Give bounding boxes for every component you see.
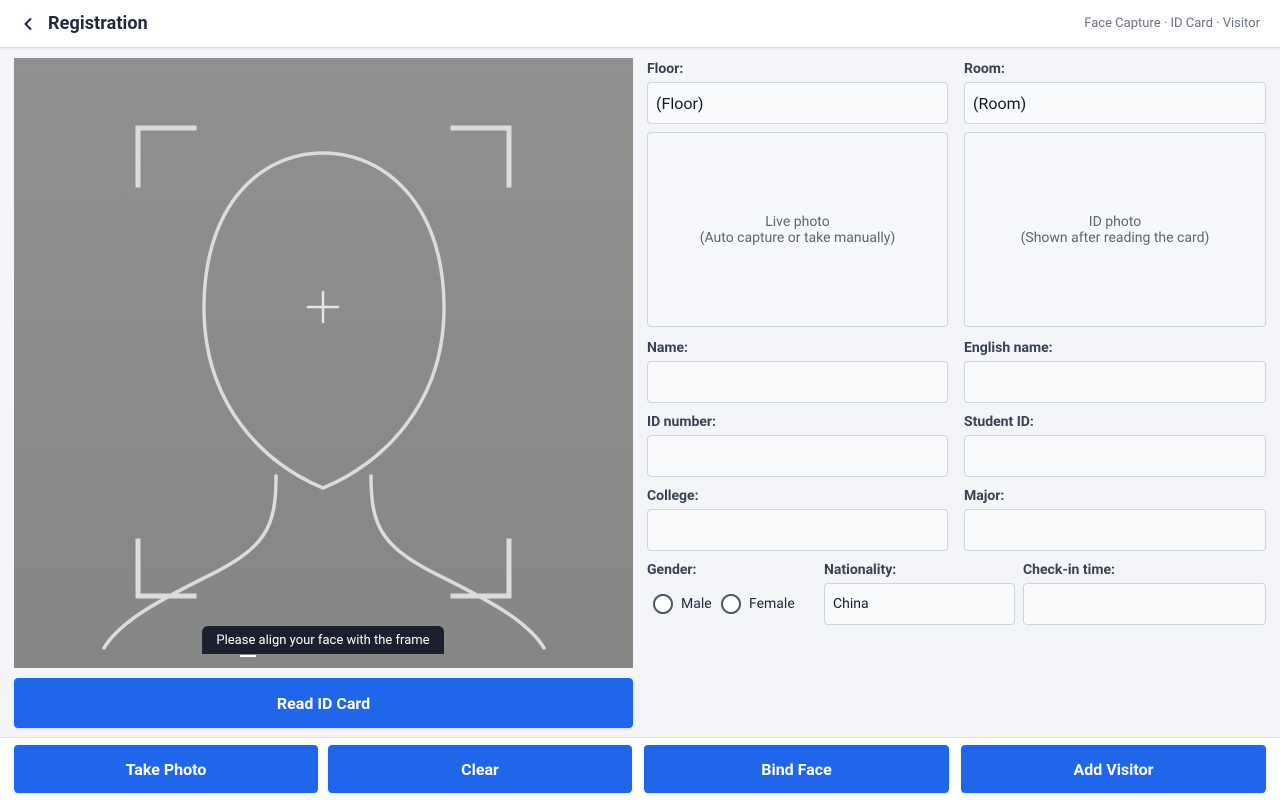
add-visitor-button[interactable]: Add Visitor	[961, 745, 1266, 793]
floor-field[interactable]: (Floor)	[647, 82, 948, 124]
gender-male-radio[interactable]: Male	[653, 594, 712, 614]
gender-female-label: Female	[749, 596, 795, 612]
gender-female-radio[interactable]: Female	[721, 594, 795, 614]
major-label: Major:	[964, 488, 1005, 504]
camera-preview[interactable]: Please align your face with the frame	[14, 58, 633, 668]
nationality-label: Nationality:	[824, 562, 897, 578]
page-title: Registration	[48, 13, 148, 34]
english-name-field[interactable]	[964, 361, 1266, 403]
bind-face-button[interactable]: Bind Face	[644, 745, 949, 793]
name-field[interactable]	[647, 361, 948, 403]
chevron-left-icon	[24, 18, 32, 30]
hint-indicator	[240, 655, 256, 657]
checkin-time-field[interactable]	[1023, 583, 1266, 625]
clear-button[interactable]: Clear	[328, 745, 632, 793]
college-label: College:	[647, 488, 699, 504]
id-photo-title: ID photo	[1088, 213, 1142, 230]
english-name-label: English name:	[964, 340, 1053, 356]
live-photo-placeholder[interactable]: Live photo (Auto capture or take manuall…	[647, 132, 948, 327]
nationality-field[interactable]: China	[824, 583, 1015, 625]
id-photo-placeholder: ID photo (Shown after reading the card)	[964, 132, 1266, 327]
college-field[interactable]	[647, 509, 948, 551]
top-bar: Registration Face Capture · ID Card · Vi…	[0, 0, 1280, 48]
id-number-field[interactable]	[647, 435, 948, 477]
id-photo-hint: (Shown after reading the card)	[1020, 229, 1210, 246]
radio-unchecked-icon	[721, 594, 741, 614]
floor-label: Floor:	[647, 61, 684, 77]
room-label: Room:	[964, 61, 1005, 77]
face-guide-overlay	[102, 125, 546, 650]
radio-unchecked-icon	[653, 594, 673, 614]
student-id-field[interactable]	[964, 435, 1266, 477]
student-id-label: Student ID:	[964, 414, 1034, 430]
take-photo-button[interactable]: Take Photo	[14, 745, 318, 793]
mode-breadcrumb: Face Capture · ID Card · Visitor	[1084, 16, 1260, 31]
camera-hint: Please align your face with the frame	[202, 626, 444, 654]
live-photo-hint: (Auto capture or take manually)	[699, 229, 896, 246]
live-photo-title: Live photo	[765, 213, 830, 230]
gender-label: Gender:	[647, 562, 697, 578]
room-field[interactable]: (Room)	[964, 82, 1266, 124]
back-button[interactable]	[16, 12, 40, 36]
major-field[interactable]	[964, 509, 1266, 551]
name-label: Name:	[647, 340, 689, 356]
checkin-time-label: Check-in time:	[1023, 562, 1115, 578]
read-id-card-button[interactable]: Read ID Card	[14, 678, 633, 728]
id-number-label: ID number:	[647, 414, 716, 430]
gender-male-label: Male	[681, 596, 712, 612]
